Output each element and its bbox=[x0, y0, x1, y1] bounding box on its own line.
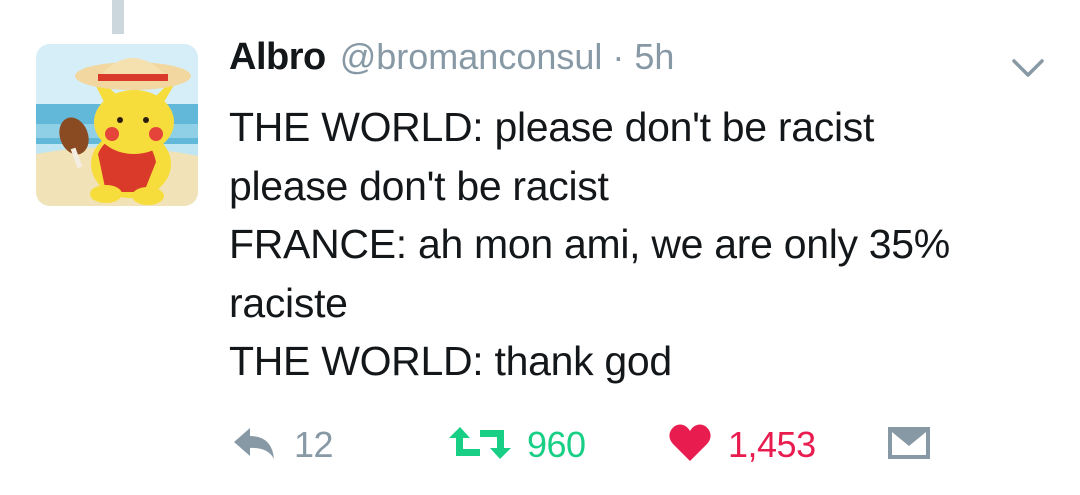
tweet-text: THE WORLD: please don't be racist please… bbox=[229, 98, 1059, 391]
like-button[interactable]: 1,453 bbox=[668, 412, 816, 478]
direct-message-button[interactable] bbox=[886, 412, 932, 478]
separator-dot: · bbox=[612, 36, 625, 77]
timestamp[interactable]: 5h bbox=[634, 36, 674, 78]
display-name[interactable]: Albro bbox=[229, 36, 326, 79]
chevron-down-icon[interactable] bbox=[1010, 56, 1046, 80]
retweet-count: 960 bbox=[527, 424, 586, 465]
heart-icon bbox=[668, 423, 712, 468]
tweet-text-line: FRANCE: ah mon ami, we are only 35% bbox=[229, 221, 950, 267]
reply-icon bbox=[232, 425, 278, 466]
direct-message-icon bbox=[886, 425, 932, 466]
tweet-text-line: THE WORLD: thank god bbox=[229, 338, 672, 384]
tweet-action-bar: 12 960 1,453 bbox=[0, 412, 1080, 482]
reply-count: 12 bbox=[294, 424, 334, 465]
user-handle[interactable]: @bromanconsul bbox=[340, 36, 603, 78]
reply-button[interactable]: 12 bbox=[232, 412, 334, 478]
thread-connector-line bbox=[112, 0, 124, 34]
tweet-header: Albro @bromanconsul · 5h bbox=[229, 36, 674, 88]
retweet-button[interactable]: 960 bbox=[449, 412, 586, 478]
tweet-text-line: please don't be racist bbox=[229, 162, 609, 209]
retweet-icon bbox=[449, 425, 511, 466]
tweet-text-line: raciste bbox=[229, 279, 348, 326]
like-count: 1,453 bbox=[728, 424, 816, 465]
avatar[interactable] bbox=[36, 44, 198, 206]
tweet-text-line: THE WORLD: please don't be racist bbox=[229, 104, 875, 150]
